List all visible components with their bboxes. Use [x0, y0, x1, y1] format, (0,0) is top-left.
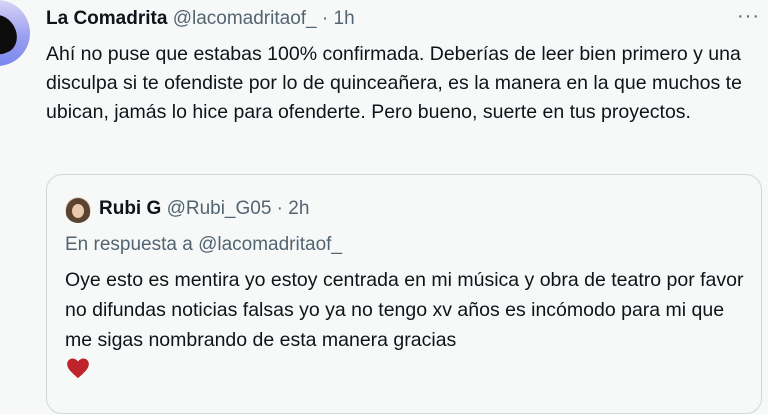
author-avatar[interactable] [0, 0, 30, 66]
reply-to-label: En respuesta a @lacomadritaof_ [65, 234, 342, 255]
avatar-figure [0, 9, 22, 59]
author-handle[interactable]: @lacomadritaof_ [173, 8, 317, 29]
quoted-timestamp: · 2h [271, 198, 310, 219]
quoted-text: Oye esto es mentira yo estoy centrada en… [65, 269, 744, 351]
avatar-face [72, 204, 84, 218]
tweet-timestamp[interactable]: · 1h [317, 8, 355, 29]
heart-icon [67, 358, 89, 379]
quoted-tweet[interactable]: Rubi G @Rubi_G05 · 2h En respuesta a @la… [46, 174, 762, 414]
tweet-header: La Comadrita @lacomadritaof_ · 1h [46, 8, 355, 30]
quoted-author-name: Rubi G [99, 198, 162, 219]
quoted-author-handle: @Rubi_G05 [166, 198, 272, 219]
quoted-header: Rubi G @Rubi_G05 · 2h [99, 197, 309, 221]
more-options-icon[interactable]: ··· [737, 6, 760, 26]
tweet-text: Ahí no puse que estabas 100% confirmada.… [46, 43, 742, 123]
author-name[interactable]: La Comadrita [46, 8, 167, 29]
quoted-author-avatar [65, 197, 91, 223]
